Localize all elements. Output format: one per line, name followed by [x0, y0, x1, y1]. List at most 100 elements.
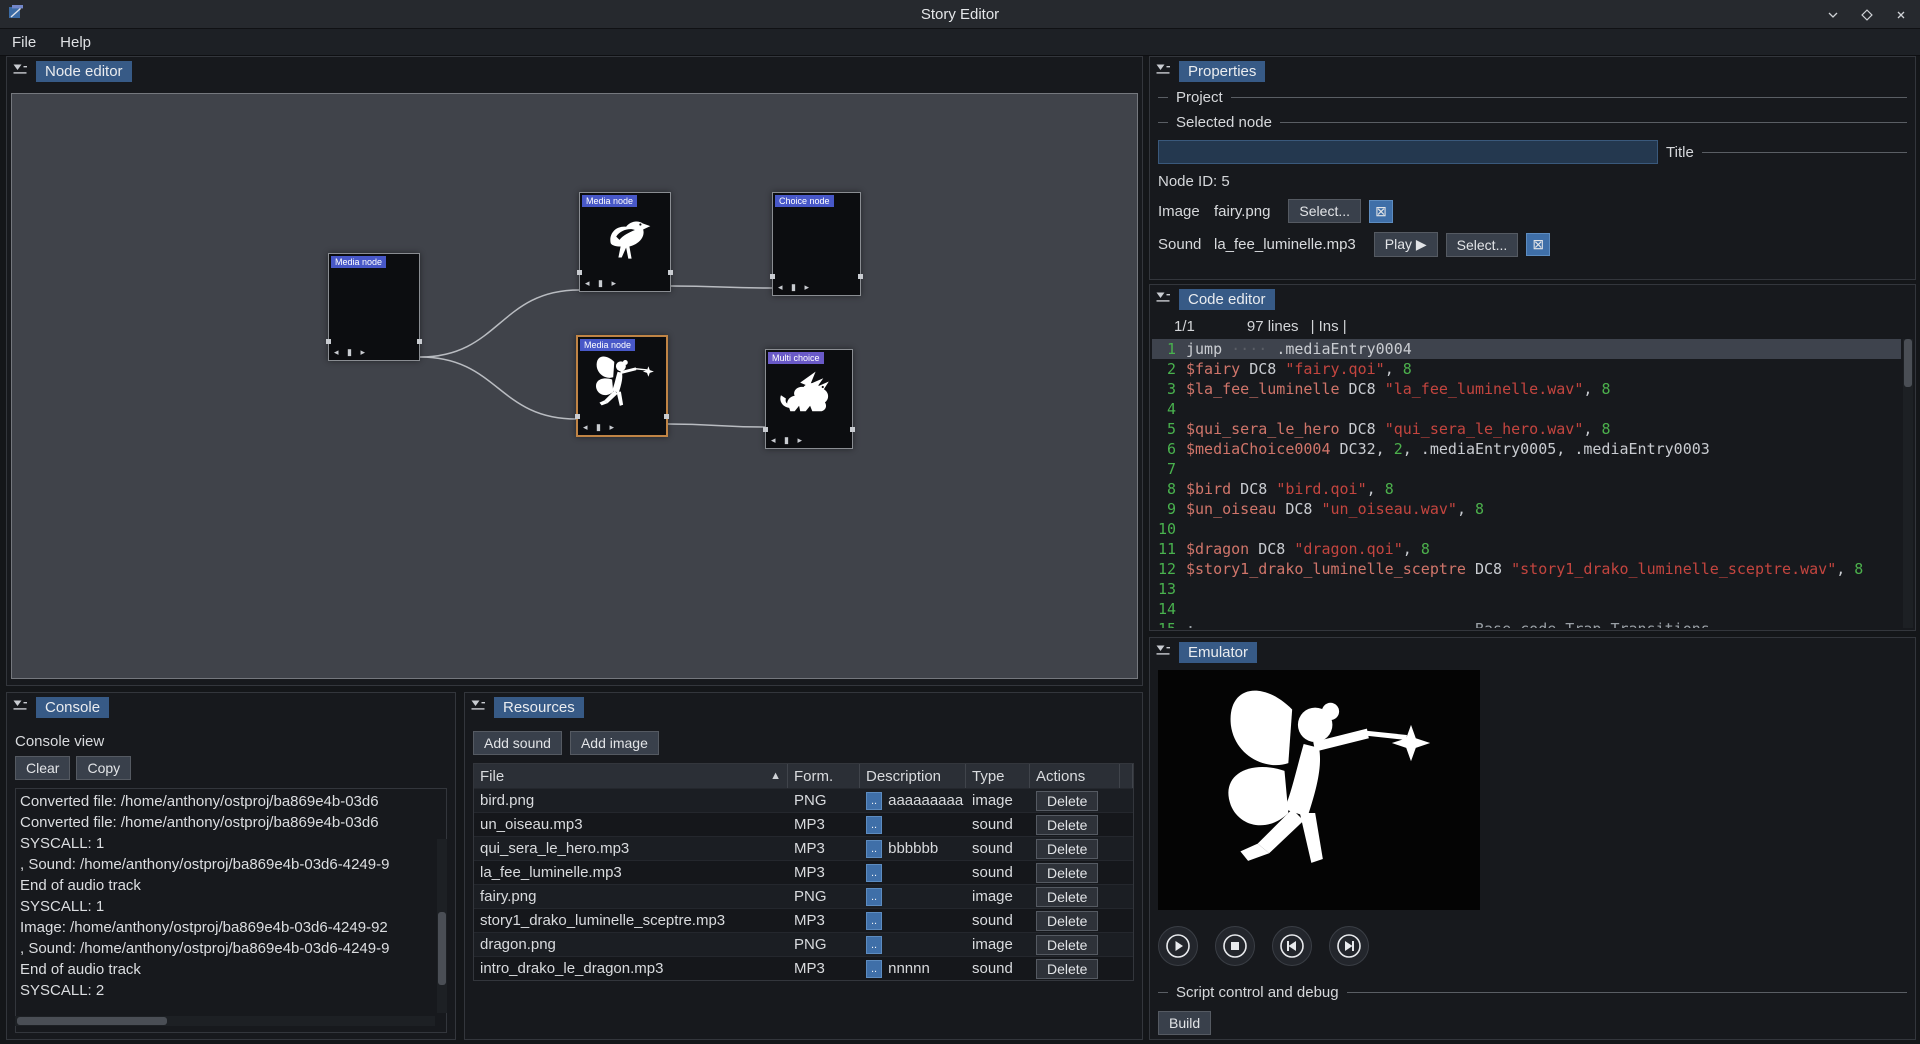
code-scrollbar-thumb[interactable] [1904, 339, 1912, 387]
play-button[interactable] [1158, 926, 1198, 966]
image-clear-button[interactable]: ⊠ [1369, 200, 1393, 223]
delete-button[interactable]: Delete [1036, 815, 1098, 835]
code-lines[interactable]: 1jump ···· .mediaEntry00042$fairy DC8 "f… [1152, 339, 1901, 628]
output-pin[interactable] [668, 270, 673, 275]
input-pin[interactable] [577, 270, 582, 275]
step-back-button[interactable] [1272, 926, 1312, 966]
step-forward-button[interactable] [1329, 926, 1369, 966]
delete-button[interactable]: Delete [1036, 911, 1098, 931]
output-pin[interactable] [664, 414, 669, 419]
code-line[interactable]: 8$bird DC8 "bird.qoi", 8 [1152, 479, 1901, 499]
node-transport-icons[interactable]: ◂ ▮ ▸ [334, 347, 368, 358]
code-line[interactable]: 10 [1152, 519, 1901, 539]
code-line[interactable]: 13 [1152, 579, 1901, 599]
output-pin[interactable] [858, 274, 863, 279]
add-image-button[interactable]: Add image [570, 731, 659, 755]
code-line[interactable]: 9$un_oiseau DC8 "un_oiseau.wav", 8 [1152, 499, 1901, 519]
edit-description-button[interactable]: .. [866, 840, 882, 858]
menu-file[interactable]: File [0, 30, 48, 55]
edit-description-button[interactable]: .. [866, 912, 882, 930]
header-description[interactable]: Description [860, 764, 966, 788]
node-transport-icons[interactable]: ◂ ▮ ▸ [583, 422, 617, 433]
code-scrollbar[interactable] [1903, 339, 1913, 628]
header-format[interactable]: Form. [788, 764, 860, 788]
panel-collapse-icon[interactable] [1155, 290, 1171, 309]
output-pin[interactable] [417, 339, 422, 344]
title-bar[interactable]: Story Editor [0, 0, 1920, 29]
table-row[interactable]: la_fee_luminelle.mp3MP3..soundDelete [474, 860, 1133, 884]
code-line[interactable]: 11$dragon DC8 "dragon.qoi", 8 [1152, 539, 1901, 559]
output-pin[interactable] [850, 427, 855, 432]
console-hscrollbar-thumb[interactable] [17, 1017, 167, 1025]
panel-collapse-icon[interactable] [1155, 643, 1171, 662]
close-button[interactable] [1892, 6, 1910, 24]
code-line[interactable]: 1jump ···· .mediaEntry0004 [1152, 339, 1901, 359]
delete-button[interactable]: Delete [1036, 959, 1098, 979]
add-sound-button[interactable]: Add sound [473, 731, 562, 755]
edit-description-button[interactable]: .. [866, 936, 882, 954]
menu-help[interactable]: Help [48, 30, 103, 55]
minimize-button[interactable] [1824, 6, 1842, 24]
delete-button[interactable]: Delete [1036, 887, 1098, 907]
code-line[interactable]: 6$mediaChoice0004 DC32, 2, .mediaEntry00… [1152, 439, 1901, 459]
panel-collapse-icon[interactable] [470, 698, 486, 717]
console-vscrollbar[interactable] [437, 839, 447, 1013]
delete-button[interactable]: Delete [1036, 935, 1098, 955]
table-row[interactable]: fairy.pngPNG..imageDelete [474, 884, 1133, 908]
graph-node[interactable]: Multi choice◂ ▮ ▸ [765, 349, 853, 449]
graph-node[interactable]: Media node◂ ▮ ▸ [576, 335, 668, 437]
edit-description-button[interactable]: .. [866, 960, 882, 978]
edit-description-button[interactable]: .. [866, 792, 882, 810]
sound-clear-button[interactable]: ⊠ [1526, 233, 1550, 256]
table-row[interactable]: qui_sera_le_hero.mp3MP3..bbbbbbsoundDele… [474, 836, 1133, 860]
delete-button[interactable]: Delete [1036, 839, 1098, 859]
sound-select-button[interactable]: Select... [1446, 233, 1519, 257]
code-line[interactable]: 5$qui_sera_le_hero DC8 "qui_sera_le_hero… [1152, 419, 1901, 439]
table-row[interactable]: bird.pngPNG..aaaaaaaaaimageDelete [474, 788, 1133, 812]
delete-button[interactable]: Delete [1036, 791, 1098, 811]
graph-node[interactable]: Media node◂ ▮ ▸ [328, 253, 420, 361]
code-line[interactable]: 2$fairy DC8 "fairy.qoi", 8 [1152, 359, 1901, 379]
header-type[interactable]: Type [966, 764, 1030, 788]
code-line[interactable]: 4 [1152, 399, 1901, 419]
console-hscrollbar[interactable] [15, 1016, 435, 1026]
code-line[interactable]: 12$story1_drako_luminelle_sceptre DC8 "s… [1152, 559, 1901, 579]
code-line[interactable]: 15;------------------------------ Base c… [1152, 619, 1901, 628]
input-pin[interactable] [763, 427, 768, 432]
table-row[interactable]: un_oiseau.mp3MP3..soundDelete [474, 812, 1133, 836]
panel-collapse-icon[interactable] [12, 698, 28, 717]
table-row[interactable]: story1_drako_luminelle_sceptre.mp3MP3..s… [474, 908, 1133, 932]
graph-node[interactable]: Media node◂ ▮ ▸ [579, 192, 671, 292]
table-row[interactable]: intro_drako_le_dragon.mp3MP3..nnnnnsound… [474, 956, 1133, 980]
table-row[interactable]: dragon.pngPNG..imageDelete [474, 932, 1133, 956]
stop-button[interactable] [1215, 926, 1255, 966]
node-canvas[interactable]: Media node◂ ▮ ▸ Media node◂ ▮ ▸ Choice nod… [11, 93, 1138, 679]
delete-button[interactable]: Delete [1036, 863, 1098, 883]
code-line[interactable]: 14 [1152, 599, 1901, 619]
clear-button[interactable]: Clear [15, 756, 70, 780]
header-file[interactable]: File ▲ [474, 764, 788, 788]
console-log[interactable]: Converted file: /home/anthony/ostproj/ba… [15, 788, 447, 1033]
edit-description-button[interactable]: .. [866, 816, 882, 834]
node-transport-icons[interactable]: ◂ ▮ ▸ [771, 435, 805, 446]
title-input[interactable] [1158, 140, 1658, 164]
maximize-button[interactable] [1858, 6, 1876, 24]
graph-node[interactable]: Choice node◂ ▮ ▸ [772, 192, 861, 296]
panel-collapse-icon[interactable] [1155, 62, 1171, 81]
sound-play-button[interactable]: Play ▶ [1374, 232, 1438, 257]
input-pin[interactable] [326, 339, 331, 344]
panel-collapse-icon[interactable] [12, 62, 28, 81]
console-vscrollbar-thumb[interactable] [438, 912, 446, 985]
copy-button[interactable]: Copy [76, 756, 131, 780]
header-actions[interactable]: Actions [1030, 764, 1120, 788]
input-pin[interactable] [575, 414, 580, 419]
edit-description-button[interactable]: .. [866, 864, 882, 882]
code-line[interactable]: 7 [1152, 459, 1901, 479]
node-transport-icons[interactable]: ◂ ▮ ▸ [585, 278, 619, 289]
code-line[interactable]: 3$la_fee_luminelle DC8 "la_fee_luminelle… [1152, 379, 1901, 399]
build-button[interactable]: Build [1158, 1011, 1211, 1035]
node-transport-icons[interactable]: ◂ ▮ ▸ [778, 282, 812, 293]
image-select-button[interactable]: Select... [1288, 199, 1361, 223]
edit-description-button[interactable]: .. [866, 888, 882, 906]
input-pin[interactable] [770, 274, 775, 279]
